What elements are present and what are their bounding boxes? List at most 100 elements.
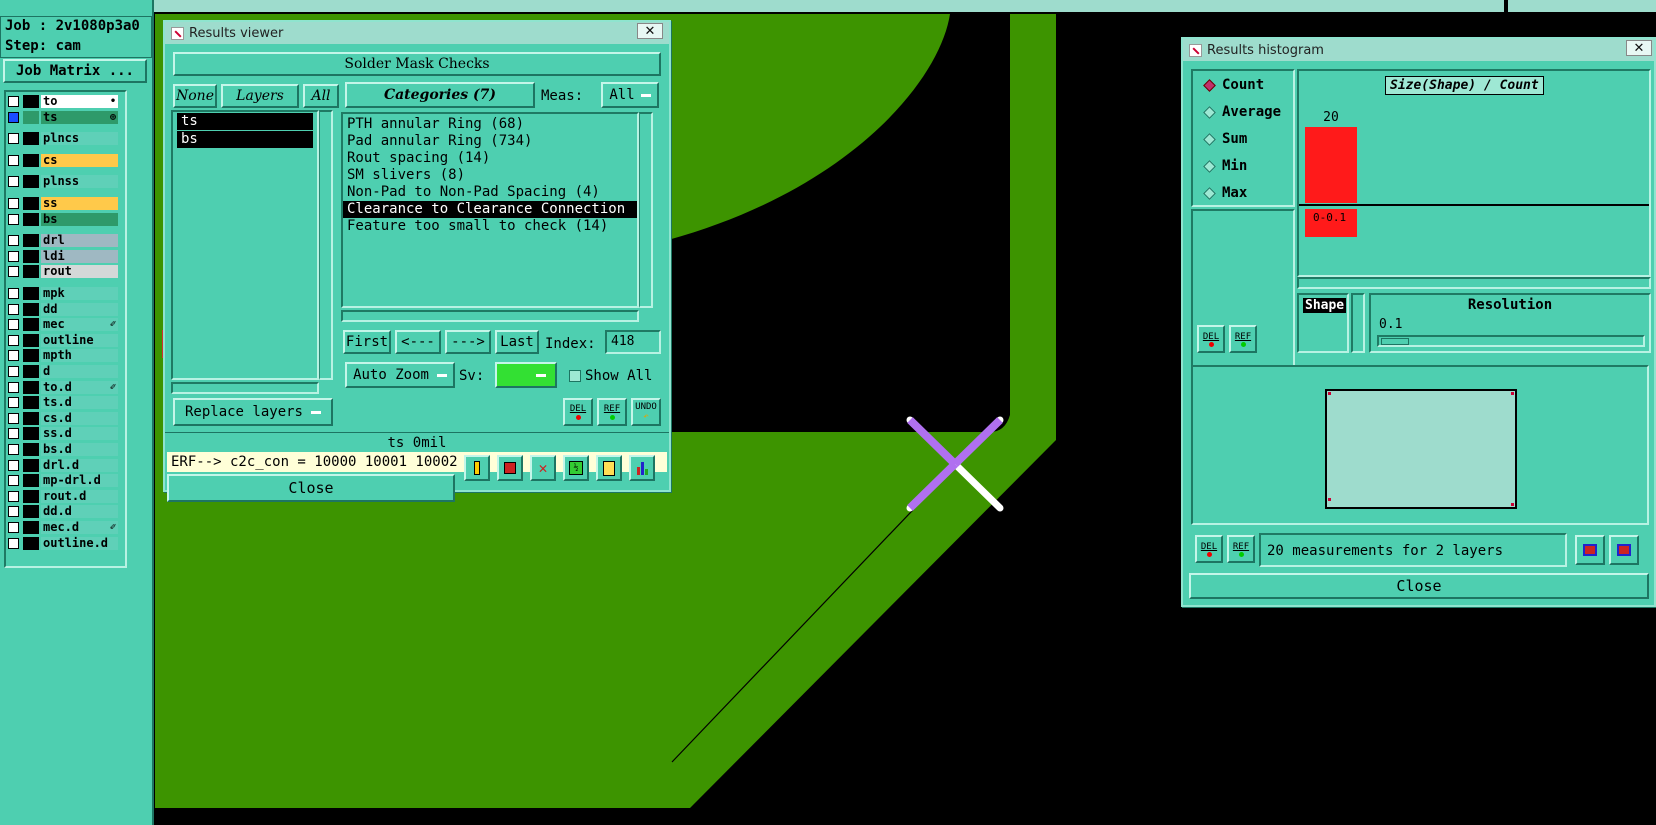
radio-diamond-icon[interactable] xyxy=(1203,105,1216,119)
report-icon[interactable] xyxy=(596,455,622,481)
layer-checkbox[interactable] xyxy=(8,475,19,487)
layer-checkbox[interactable] xyxy=(8,334,19,346)
layer-row[interactable]: plnss xyxy=(6,174,118,189)
layer-row[interactable]: rout.d xyxy=(6,489,118,504)
layer-checkbox[interactable] xyxy=(8,213,19,225)
categories-list[interactable]: PTH annular Ring (68) Pad annular Ring (7… xyxy=(341,112,639,308)
results-viewer-titlebar[interactable]: Results viewer ✕ xyxy=(165,22,669,44)
last-button[interactable]: Last xyxy=(495,330,539,354)
categories-hscrollbar[interactable] xyxy=(341,310,639,322)
layers-hscrollbar[interactable] xyxy=(171,382,319,394)
layer-checkbox[interactable] xyxy=(8,412,19,424)
layer-row[interactable]: ss xyxy=(6,196,118,211)
hist-ref-button-2[interactable]: REF xyxy=(1227,535,1255,563)
category-item[interactable]: SM slivers (8) xyxy=(343,167,637,184)
histogram-bar[interactable] xyxy=(1305,127,1357,203)
categories-button[interactable]: Categories (7) xyxy=(345,82,535,108)
layer-checkbox[interactable] xyxy=(8,397,19,409)
prev-button[interactable]: <--- xyxy=(395,330,441,354)
export-icon[interactable] xyxy=(497,455,523,481)
first-button[interactable]: First xyxy=(343,330,391,354)
layer-row[interactable]: dd xyxy=(6,302,118,317)
radio-diamond-icon[interactable] xyxy=(1203,186,1216,200)
hist-del-button-2[interactable]: DEL xyxy=(1195,535,1223,563)
layer-checkbox[interactable] xyxy=(8,428,19,440)
mode-radio[interactable]: Min xyxy=(1201,156,1247,176)
index-field[interactable]: 418 xyxy=(605,330,661,354)
layer-checkbox[interactable] xyxy=(8,444,19,455)
layer-row[interactable]: mp-drl.d xyxy=(6,473,118,488)
layer-checkbox[interactable] xyxy=(8,250,19,262)
layer-row[interactable]: ldi xyxy=(6,249,118,264)
layer-row[interactable]: drl.d xyxy=(6,458,118,473)
layer-row[interactable]: rout xyxy=(6,264,118,279)
layer-row[interactable]: cs.d xyxy=(6,411,118,426)
layer-checkbox[interactable] xyxy=(8,459,19,471)
radio-diamond-icon[interactable] xyxy=(1203,78,1216,92)
layer-list-item[interactable]: ts xyxy=(177,113,313,130)
layer-row[interactable]: outline.d xyxy=(6,536,118,551)
histogram-hscrollbar[interactable] xyxy=(1297,277,1651,289)
layer-row[interactable]: d xyxy=(6,364,118,379)
close-button[interactable]: Close xyxy=(167,474,455,502)
layer-checkbox[interactable] xyxy=(8,506,19,518)
histogram-close-button[interactable]: Close xyxy=(1189,573,1649,599)
layer-checkbox[interactable] xyxy=(8,133,19,145)
layer-checkbox[interactable] xyxy=(8,111,19,123)
layer-row[interactable]: mec.d ✐ xyxy=(6,520,118,535)
category-item[interactable]: Clearance to Clearance Connection xyxy=(343,201,637,218)
categories-scrollbar[interactable] xyxy=(639,112,653,308)
layer-row[interactable]: dd.d xyxy=(6,504,118,519)
layer-checkbox[interactable] xyxy=(8,96,19,107)
mode-radio[interactable]: Average xyxy=(1201,102,1281,122)
layer-checkbox[interactable] xyxy=(8,288,19,299)
hist-del-button[interactable]: DEL xyxy=(1197,325,1225,353)
zoom-area-icon[interactable] xyxy=(1609,535,1639,565)
layer-checkbox[interactable] xyxy=(8,319,19,331)
hist-ref-button[interactable]: REF xyxy=(1229,325,1257,353)
layer-row[interactable]: ts.d xyxy=(6,395,118,410)
layer-checkbox[interactable] xyxy=(8,522,19,533)
histogram-chart[interactable]: 20 0-0.1 xyxy=(1299,99,1649,277)
layer-row[interactable]: ss.d xyxy=(6,426,118,441)
layer-checkbox[interactable] xyxy=(8,366,19,377)
layer-checkbox[interactable] xyxy=(8,154,19,166)
category-item[interactable]: Pad annular Ring (734) xyxy=(343,133,637,150)
close-icon[interactable]: ✕ xyxy=(637,23,663,39)
category-item[interactable]: Feature too small to check (14) xyxy=(343,218,637,235)
undo-button[interactable]: UNDO ↶ xyxy=(631,398,661,426)
sv-color-dropdown[interactable] xyxy=(495,362,557,388)
layers-button[interactable]: Layers xyxy=(221,84,299,108)
next-button[interactable]: ---> xyxy=(445,330,491,354)
layer-row[interactable]: bs xyxy=(6,212,118,227)
layer-checkbox[interactable] xyxy=(8,235,19,247)
layer-row[interactable]: plncs xyxy=(6,131,118,146)
show-all-checkbox[interactable] xyxy=(569,370,581,382)
none-button[interactable]: None xyxy=(173,84,217,108)
mode-radio[interactable]: Count xyxy=(1201,75,1264,95)
layer-row[interactable]: drl xyxy=(6,233,118,248)
ref-button[interactable]: REF xyxy=(597,398,627,426)
layer-checkbox[interactable] xyxy=(8,537,19,549)
mode-radio[interactable]: Sum xyxy=(1201,129,1247,149)
layer-checkbox[interactable] xyxy=(8,266,19,278)
layer-row[interactable]: to • xyxy=(6,94,118,109)
del-button[interactable]: DEL xyxy=(563,398,593,426)
layer-row[interactable]: cs xyxy=(6,153,118,168)
layer-row[interactable]: outline xyxy=(6,333,118,348)
job-matrix-button[interactable]: Job Matrix ... xyxy=(3,59,147,83)
layers-scrollbar[interactable] xyxy=(319,110,333,380)
layer-row[interactable]: mpth xyxy=(6,348,118,363)
layer-checkbox[interactable] xyxy=(8,303,19,315)
resolution-slider[interactable] xyxy=(1377,335,1645,347)
shape-scrollbar[interactable] xyxy=(1351,293,1365,353)
category-item[interactable]: Rout spacing (14) xyxy=(343,150,637,167)
category-item[interactable]: PTH annular Ring (68) xyxy=(343,116,637,133)
histogram-titlebar[interactable]: Results histogram ✕ xyxy=(1183,39,1654,61)
mode-radio[interactable]: Max xyxy=(1201,183,1247,203)
layer-checkbox[interactable] xyxy=(8,490,19,502)
radio-diamond-icon[interactable] xyxy=(1203,132,1216,146)
zoom-fit-icon[interactable] xyxy=(1575,535,1605,565)
replace-layers-dropdown[interactable]: Replace layers xyxy=(173,398,333,426)
layer-checkbox[interactable] xyxy=(8,350,19,362)
